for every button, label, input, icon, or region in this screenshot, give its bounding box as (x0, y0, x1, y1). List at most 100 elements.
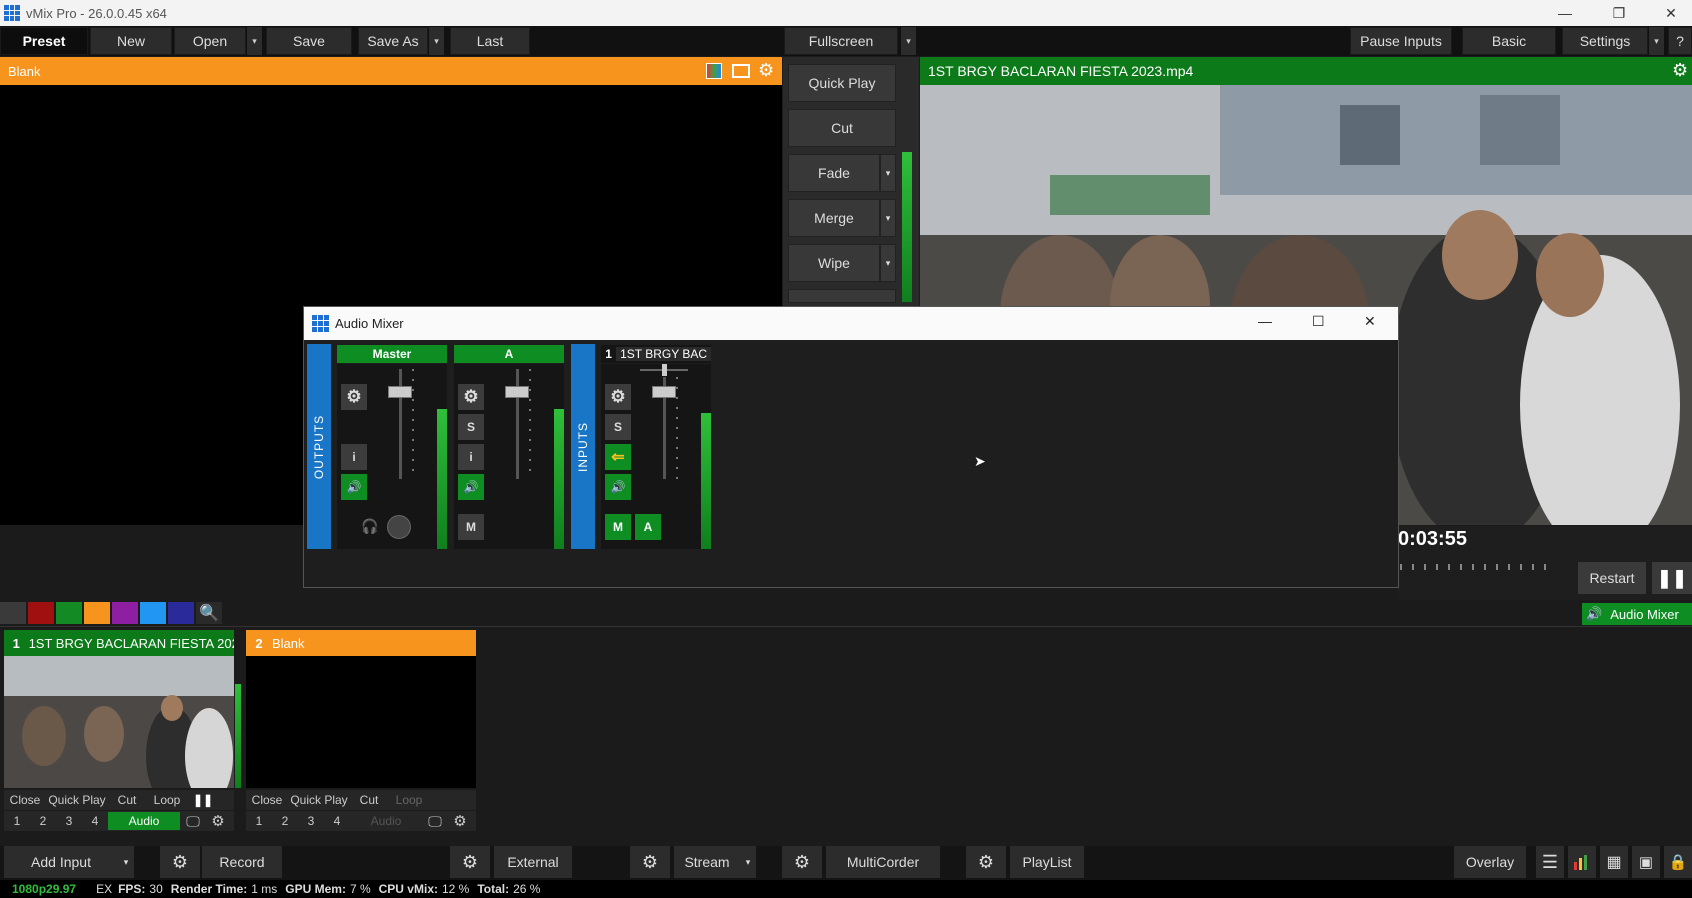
last-button[interactable]: Last (450, 27, 530, 55)
input-2-close-button[interactable]: Close (246, 793, 288, 807)
maximize-icon[interactable]: ❐ (1596, 0, 1642, 26)
pause-inputs-button[interactable]: Pause Inputs (1350, 27, 1452, 55)
save-button[interactable]: Save (266, 27, 352, 55)
multicorder-button[interactable]: MultiCorder (826, 846, 940, 878)
open-button[interactable]: Open (174, 27, 246, 55)
input-2-overlay-1[interactable]: 1 (246, 814, 272, 828)
input-strip-fader-knob[interactable] (652, 386, 676, 398)
input-1-cut-button[interactable]: Cut (108, 793, 146, 807)
stream-settings-gear-icon[interactable]: ⚙ (630, 846, 670, 878)
seek-bar[interactable] (1400, 564, 1556, 570)
pan-slider-knob[interactable] (662, 364, 667, 376)
wipe-button[interactable]: Wipe (788, 244, 880, 282)
save-as-dropdown[interactable]: ▾ (428, 27, 444, 55)
input-strip-mute-speaker-icon[interactable]: 🔊 (605, 474, 631, 500)
input-2-overlay-3[interactable]: 3 (298, 814, 324, 828)
stream-dropdown[interactable]: ▾ (740, 846, 756, 878)
mixer-minimize-icon[interactable]: — (1258, 313, 1272, 329)
color-filter-gray[interactable] (0, 602, 26, 624)
input-2-settings-gear-icon[interactable]: ⚙ (448, 812, 472, 830)
preview-settings-gear-icon[interactable]: ⚙ (758, 60, 774, 81)
stream-button[interactable]: Stream (674, 846, 740, 878)
add-input-dropdown[interactable]: ▾ (118, 846, 134, 878)
pause-icon[interactable]: ❚❚ (1652, 562, 1692, 594)
input-2-loop-button[interactable]: Loop (388, 793, 430, 807)
input-2-quick-play-button[interactable]: Quick Play (288, 793, 350, 807)
external-button[interactable]: External (494, 846, 572, 878)
bus-a-info-button[interactable]: i (458, 444, 484, 470)
lock-icon[interactable]: 🔒 (1664, 846, 1692, 878)
add-input-button[interactable]: Add Input (4, 846, 118, 878)
input-2-monitor-icon[interactable]: 🖵 (422, 813, 448, 830)
color-filter-orange[interactable] (84, 602, 110, 624)
bus-a-settings-gear-icon[interactable]: ⚙ (458, 384, 484, 410)
bus-a-solo-button[interactable]: S (458, 414, 484, 440)
master-settings-gear-icon[interactable]: ⚙ (341, 384, 367, 410)
audio-mixer-toggle[interactable]: 🔊 Audio Mixer (1582, 603, 1692, 625)
merge-button[interactable]: Merge (788, 199, 880, 237)
settings-dropdown[interactable]: ▾ (1648, 27, 1664, 55)
wipe-dropdown[interactable]: ▾ (880, 244, 896, 282)
mixer-maximize-icon[interactable]: ☐ (1312, 313, 1325, 330)
master-fader-knob[interactable] (388, 386, 412, 398)
headphones-icon[interactable]: 🎧 (361, 518, 378, 535)
playlist-settings-gear-icon[interactable]: ⚙ (966, 846, 1006, 878)
quick-play-button[interactable]: Quick Play (788, 64, 896, 102)
fade-dropdown[interactable]: ▾ (880, 154, 896, 192)
playlist-button[interactable]: PlayList (1010, 846, 1084, 878)
basic-button[interactable]: Basic (1462, 27, 1556, 55)
mixer-close-icon[interactable]: ✕ (1364, 313, 1376, 330)
record-settings-gear-icon[interactable]: ⚙ (160, 846, 200, 878)
grid-view-icon[interactable]: ▦ (1600, 846, 1628, 878)
record-button[interactable]: Record (202, 846, 282, 878)
input-1-quick-play-button[interactable]: Quick Play (46, 793, 108, 807)
cut-button[interactable]: Cut (788, 109, 896, 147)
fade-button[interactable]: Fade (788, 154, 880, 192)
input-strip-solo-button[interactable]: S (605, 414, 631, 440)
input-2-cut-button[interactable]: Cut (350, 793, 388, 807)
input-1-loop-button[interactable]: Loop (146, 793, 188, 807)
input-1-overlay-2[interactable]: 2 (30, 814, 56, 828)
bus-a-mute-speaker-icon[interactable]: 🔊 (458, 474, 484, 500)
color-filter-navy[interactable] (168, 602, 194, 624)
input-1-header[interactable]: 1 1ST BRGY BACLARAN FIESTA 2023 (4, 630, 234, 656)
input-1-audio-button[interactable]: Audio (108, 812, 180, 830)
input-1-thumbnail[interactable] (4, 656, 234, 788)
master-mute-speaker-icon[interactable]: 🔊 (341, 474, 367, 500)
close-icon[interactable]: ✕ (1648, 0, 1692, 26)
help-button[interactable]: ? (1668, 27, 1692, 55)
list-view-icon[interactable]: ☰ (1536, 846, 1564, 878)
input-strip-a-button[interactable]: A (635, 514, 661, 540)
input-1-monitor-icon[interactable]: 🖵 (180, 813, 206, 830)
new-button[interactable]: New (90, 27, 172, 55)
input-2-header[interactable]: 2 Blank (246, 630, 476, 656)
restart-button[interactable]: Restart (1578, 562, 1646, 594)
input-1-settings-gear-icon[interactable]: ⚙ (206, 812, 230, 830)
color-filter-green[interactable] (56, 602, 82, 624)
input-1-overlay-4[interactable]: 4 (82, 814, 108, 828)
color-filter-purple[interactable] (112, 602, 138, 624)
input-1-overlay-3[interactable]: 3 (56, 814, 82, 828)
overlay-button[interactable]: Overlay (1454, 846, 1526, 878)
fullscreen-button[interactable]: Fullscreen (784, 27, 898, 55)
input-strip-m-button[interactable]: M (605, 514, 631, 540)
input-1-overlay-1[interactable]: 1 (4, 814, 30, 828)
color-picker-icon[interactable] (706, 63, 722, 79)
bus-a-m-button[interactable]: M (458, 514, 484, 540)
input-1-pause-icon[interactable]: ❚❚ (188, 793, 218, 807)
open-dropdown[interactable]: ▾ (246, 27, 262, 55)
input-strip-settings-gear-icon[interactable]: ⚙ (605, 384, 631, 410)
headphone-volume-knob[interactable] (387, 515, 411, 539)
input-2-audio-button[interactable]: Audio (350, 814, 422, 828)
input-2-thumbnail[interactable] (246, 656, 476, 788)
save-as-button[interactable]: Save As (358, 27, 428, 55)
output-settings-gear-icon[interactable]: ⚙ (1672, 60, 1688, 81)
color-filter-blue[interactable] (140, 602, 166, 624)
fullscreen-dropdown[interactable]: ▾ (900, 27, 916, 55)
color-filter-red[interactable] (28, 602, 54, 624)
safe-area-icon[interactable] (732, 64, 750, 78)
search-icon[interactable]: 🔍 (196, 602, 222, 624)
settings-button[interactable]: Settings (1562, 27, 1648, 55)
audio-levels-icon[interactable] (1568, 846, 1596, 878)
snapshot-icon[interactable]: ▣ (1632, 846, 1660, 878)
